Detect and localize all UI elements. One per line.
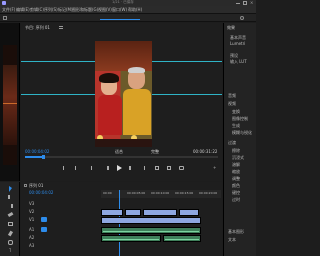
effects-item[interactable]: 生成 [232, 123, 240, 128]
menu-item-edit[interactable]: 编辑(E) [16, 7, 30, 12]
minimize-icon[interactable] [236, 3, 240, 4]
menu-item-graphics[interactable]: 图形和标题(G) [72, 7, 98, 12]
ruler-tick-label: 00:00:10:00 [151, 191, 170, 195]
ruler-tick-label: 00:00 [103, 191, 112, 195]
effects-item[interactable]: 缩放 [232, 169, 240, 174]
home-icon[interactable] [3, 16, 7, 20]
maximize-icon[interactable] [243, 1, 247, 5]
play-icon[interactable] [117, 165, 122, 171]
menu-item-help[interactable]: 帮助(H) [128, 7, 142, 12]
track-label-a2[interactable]: A2 [29, 235, 34, 240]
effects-item[interactable]: 过时 [232, 197, 240, 202]
effects-item[interactable]: 过渡 [228, 140, 236, 145]
video-clip[interactable] [179, 209, 199, 216]
ruler-tick-label: 00:00:05:00 [127, 191, 146, 195]
search-icon[interactable] [240, 16, 244, 20]
lift-icon[interactable] [155, 166, 159, 170]
effects-item[interactable]: 音频 [228, 93, 236, 98]
effects-item[interactable]: Lumetri [230, 41, 245, 46]
timeline-panel: 序列 01 00:00:04:02 00:00 00:00:05:00 00:0… [21, 182, 222, 256]
audio-clip[interactable] [101, 227, 201, 234]
hamburger-icon[interactable] [59, 26, 63, 29]
menu-item-clip[interactable]: 剪辑(C) [30, 7, 44, 12]
effects-item[interactable]: 文本 [228, 237, 236, 242]
effects-item[interactable]: 基本图形 [228, 229, 244, 234]
track-label-a1[interactable]: A1 [29, 227, 34, 232]
window-title: 1/21 · 已保存 [112, 0, 134, 4]
hand-tool-icon[interactable] [8, 240, 13, 245]
track-label-a3[interactable]: A3 [29, 243, 34, 248]
ruler-tick-label: 00:00:15:00 [175, 191, 194, 195]
playhead-marker[interactable] [42, 155, 45, 159]
effects-panel-title[interactable]: 效果 [227, 25, 235, 30]
close-icon[interactable]: × [250, 0, 253, 5]
track-label-v1[interactable]: V1 [29, 217, 34, 222]
effects-item[interactable]: 键控 [232, 190, 240, 195]
track-label-v3[interactable]: V3 [29, 201, 34, 206]
program-scrubber[interactable] [25, 156, 218, 158]
effects-item[interactable]: 变换 [232, 109, 240, 114]
effects-item[interactable]: 视频 [228, 101, 236, 106]
timeline-current-timecode[interactable]: 00:00:04:02 [29, 190, 53, 195]
close-icon[interactable] [24, 184, 27, 187]
effects-item[interactable]: 基本声音 [230, 35, 246, 40]
ripple-edit-tool-icon[interactable] [8, 204, 13, 208]
step-back-icon[interactable] [105, 166, 109, 170]
effects-item[interactable]: 擦除 [232, 148, 240, 153]
effects-item[interactable]: 颜色 [232, 183, 240, 188]
effects-item[interactable]: 输入 LUT [230, 59, 247, 64]
source-monitor-panel [0, 23, 20, 181]
audio-clip[interactable] [101, 235, 161, 242]
audio-clip[interactable] [163, 235, 201, 242]
track-select-tool-icon[interactable] [8, 195, 13, 199]
menu-item-window[interactable]: 窗口(W) [112, 7, 127, 12]
source-preview [3, 45, 17, 165]
program-monitor: 节目: 序列 01 00:00:04:02 适合 完整 00:00:31:22 … [21, 23, 222, 181]
effects-item[interactable]: 沉浸式 [232, 155, 244, 160]
fit-dropdown[interactable]: 适合 [115, 149, 123, 154]
timeline-title[interactable]: 序列 01 [29, 183, 43, 188]
pen-tool-icon[interactable] [7, 230, 14, 237]
mark-in-icon[interactable] [63, 166, 66, 170]
selection-tool-icon[interactable] [9, 186, 12, 192]
type-tool-icon[interactable]: T [9, 248, 11, 253]
add-button-icon[interactable]: + [213, 165, 216, 170]
menu-item-file[interactable]: 文件(F) [2, 7, 15, 12]
video-clip[interactable] [125, 209, 141, 216]
menu-item-markers[interactable]: 标记(M) [58, 7, 73, 12]
video-clip[interactable] [143, 209, 177, 216]
quality-dropdown[interactable]: 完整 [151, 149, 159, 154]
track-target-a1[interactable] [41, 227, 47, 232]
menu-bar: 文件(F) 编辑(E) 剪辑(C) 序列(S) 标记(M) 图形和标题(G) 视… [0, 6, 256, 14]
program-duration: 00:00:31:22 [193, 149, 218, 154]
app-logo-icon [2, 1, 6, 5]
export-frame-icon[interactable] [179, 166, 184, 170]
mark-out-icon[interactable] [73, 166, 76, 170]
effects-item[interactable]: 预设 [230, 53, 238, 58]
video-frame [95, 41, 152, 147]
video-clip[interactable] [101, 217, 201, 224]
go-to-in-icon[interactable] [91, 166, 95, 170]
effects-item[interactable]: 模糊与锐化 [232, 130, 252, 135]
program-current-timecode[interactable]: 00:00:04:02 [25, 149, 49, 154]
menu-item-sequence[interactable]: 序列(S) [44, 7, 58, 12]
workspace-tab[interactable] [100, 16, 140, 20]
step-forward-icon[interactable] [129, 166, 133, 170]
menu-item-view[interactable]: 视图(V) [98, 7, 112, 12]
effects-item[interactable]: 图像控制 [232, 116, 248, 121]
workspace-bar [0, 14, 256, 22]
slip-tool-icon[interactable] [8, 222, 13, 226]
tools-panel: T [0, 182, 20, 256]
ruler-tick-label: 00:00:20:00 [199, 191, 218, 195]
effects-panel: 效果 基本声音 Lumetri 预设 输入 LUT 音频 视频 变换 图像控制 … [223, 23, 256, 256]
program-monitor-title[interactable]: 节目: 序列 01 [25, 25, 50, 30]
track-target-v1[interactable] [41, 217, 47, 222]
effects-item[interactable]: 调整 [232, 176, 240, 181]
extract-icon[interactable] [167, 166, 171, 170]
razor-tool-icon[interactable] [7, 211, 14, 218]
track-label-v2[interactable]: V2 [29, 209, 34, 214]
video-clip[interactable] [101, 209, 123, 216]
go-to-out-icon[interactable] [141, 166, 145, 170]
effects-item[interactable]: 溶解 [232, 162, 240, 167]
